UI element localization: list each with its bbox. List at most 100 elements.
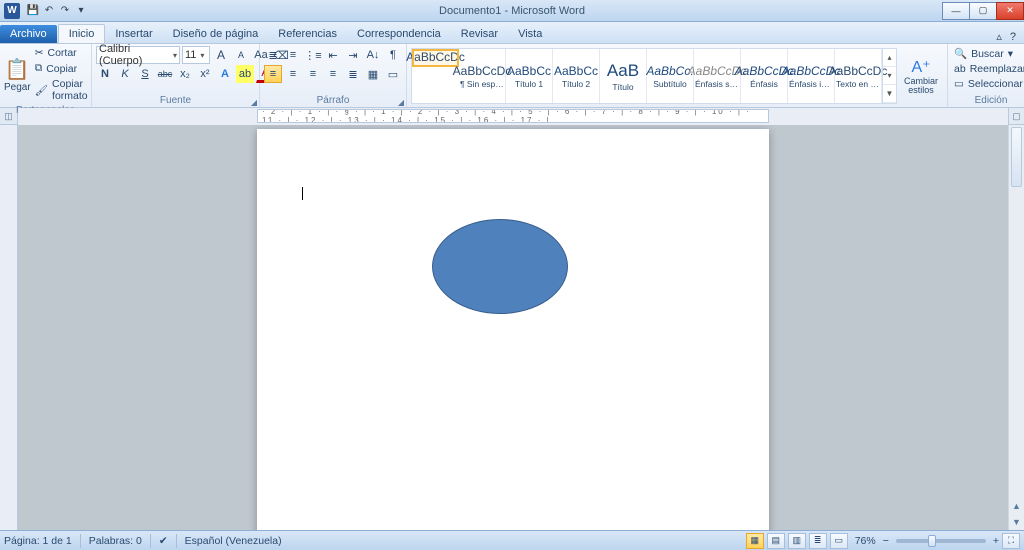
zoom-fit-button[interactable]: ⛶ xyxy=(1002,533,1020,549)
superscript-button[interactable]: x² xyxy=(196,65,214,83)
font-launcher-icon[interactable]: ◢ xyxy=(251,98,257,107)
style-t-tulo-2[interactable]: AaBbCcTítulo 2 xyxy=(553,49,600,103)
page-status[interactable]: Página: 1 de 1 xyxy=(4,535,72,547)
paste-button[interactable]: 📋 Pegar xyxy=(4,49,31,101)
scrollbar-thumb[interactable] xyxy=(1011,127,1022,187)
bold-button[interactable]: N xyxy=(96,65,114,83)
format-painter-button[interactable]: 🖌Copiar formato xyxy=(33,77,90,103)
bullets-button[interactable]: ≣ xyxy=(264,46,282,64)
paste-label: Pegar xyxy=(4,82,31,93)
fullscreen-reading-view-button[interactable]: ▤ xyxy=(767,533,785,549)
find-button[interactable]: 🔍Buscar ▾ xyxy=(952,46,1015,61)
minimize-ribbon-icon[interactable]: ▵ xyxy=(996,30,1002,43)
paragraph-launcher-icon[interactable]: ◢ xyxy=(398,98,404,107)
change-styles-label: Cambiar estilos xyxy=(899,77,943,95)
increase-indent-button[interactable]: ⇥ xyxy=(344,46,362,64)
vertical-scrollbar[interactable]: ▲ ▼ xyxy=(1008,125,1024,530)
copy-button[interactable]: ⧉Copiar xyxy=(33,61,90,76)
subscript-button[interactable]: x₂ xyxy=(176,65,194,83)
tab-referencias[interactable]: Referencias xyxy=(268,25,347,43)
help-icon[interactable]: ? xyxy=(1010,31,1016,43)
workspace: ▲ ▼ xyxy=(0,125,1024,530)
zoom-out-button[interactable]: − xyxy=(883,535,889,547)
ruler-toggle-icon[interactable]: ▢ xyxy=(1008,108,1024,125)
title-bar: W 💾 ↶ ↷ ▾ Documento1 - Microsoft Word — … xyxy=(0,0,1024,22)
justify-button[interactable]: ≡ xyxy=(324,65,342,83)
zoom-in-button[interactable]: + xyxy=(993,535,999,547)
tab-inicio[interactable]: Inicio xyxy=(58,24,106,43)
shading-button[interactable]: ▦ xyxy=(364,65,382,83)
style--sin-espa-[interactable]: AaBbCcDc¶ Sin espa... xyxy=(459,49,506,103)
zoom-level[interactable]: 76% xyxy=(855,535,876,547)
undo-icon[interactable]: ↶ xyxy=(42,4,56,18)
cut-button[interactable]: ✂Cortar xyxy=(33,46,90,60)
style-texto-en-n-[interactable]: AaBbCcDcTexto en n... xyxy=(835,49,882,103)
tab-revisar[interactable]: Revisar xyxy=(451,25,508,43)
strike-button[interactable]: abc xyxy=(156,65,174,83)
numbering-button[interactable]: ≡ xyxy=(284,46,302,64)
font-size-select[interactable]: 11▾ xyxy=(182,46,210,64)
zoom-thumb[interactable] xyxy=(928,535,936,547)
oval-shape[interactable] xyxy=(432,219,568,314)
proofing-icon[interactable]: ✔ xyxy=(159,535,168,547)
group-editing: 🔍Buscar ▾ abReemplazar ▭Seleccionar ▾ Ed… xyxy=(948,44,1024,107)
word-count[interactable]: Palabras: 0 xyxy=(89,535,142,547)
paragraph-label: Párrafo◢ xyxy=(260,95,406,107)
language-status[interactable]: Español (Venezuela) xyxy=(185,535,282,547)
decrease-indent-button[interactable]: ⇤ xyxy=(324,46,342,64)
save-icon[interactable]: 💾 xyxy=(26,4,40,18)
minimize-button[interactable]: — xyxy=(942,2,970,20)
print-layout-view-button[interactable]: ▦ xyxy=(746,533,764,549)
font-family-select[interactable]: Calibri (Cuerpo)▾ xyxy=(96,46,180,64)
grow-font-button[interactable]: A xyxy=(212,46,230,64)
document-title: Documento1 - Microsoft Word xyxy=(439,5,585,17)
qat-more-icon[interactable]: ▾ xyxy=(74,4,88,18)
status-bar: Página: 1 de 1 Palabras: 0 ✔ Español (Ve… xyxy=(0,530,1024,550)
close-button[interactable]: ✕ xyxy=(996,2,1024,20)
outline-view-button[interactable]: ≣ xyxy=(809,533,827,549)
align-center-button[interactable]: ≡ xyxy=(284,65,302,83)
group-styles: AaBbCcDc¶ NormalAaBbCcDc¶ Sin espa...AaB… xyxy=(407,44,948,107)
prev-page-icon[interactable]: ▲ xyxy=(1009,498,1024,514)
ribbon-help: ▵ ? xyxy=(988,30,1024,43)
underline-button[interactable]: S xyxy=(136,65,154,83)
redo-icon[interactable]: ↷ xyxy=(58,4,72,18)
tab-correspondencia[interactable]: Correspondencia xyxy=(347,25,451,43)
multilevel-button[interactable]: ⋮≡ xyxy=(304,46,322,64)
horizontal-ruler[interactable]: · 2 · | · 1 · | · § · | · 1 · | · 2 · | … xyxy=(18,108,1008,125)
page[interactable] xyxy=(257,129,769,530)
show-marks-button[interactable]: ¶ xyxy=(384,46,402,64)
style-t-tulo[interactable]: AaBTítulo xyxy=(600,49,647,103)
styles-more-button[interactable]: ▴▾▼ xyxy=(882,49,896,103)
web-layout-view-button[interactable]: ▥ xyxy=(788,533,806,549)
align-right-button[interactable]: ≡ xyxy=(304,65,322,83)
align-left-button[interactable]: ≡ xyxy=(264,65,282,83)
shrink-font-button[interactable]: A xyxy=(232,46,250,64)
font-label: Fuente◢ xyxy=(92,95,259,107)
maximize-button[interactable]: ▢ xyxy=(969,2,997,20)
styles-gallery[interactable]: AaBbCcDc¶ NormalAaBbCcDc¶ Sin espa...AaB… xyxy=(411,48,897,104)
change-styles-icon: A⁺ xyxy=(911,57,930,77)
borders-button[interactable]: ▭ xyxy=(384,65,402,83)
tab-file[interactable]: Archivo xyxy=(0,25,57,43)
tab-vista[interactable]: Vista xyxy=(508,25,552,43)
tab-diseno[interactable]: Diseño de página xyxy=(163,25,269,43)
draft-view-button[interactable]: ▭ xyxy=(830,533,848,549)
vertical-ruler[interactable] xyxy=(0,125,18,530)
select-button[interactable]: ▭Seleccionar ▾ xyxy=(952,77,1024,91)
replace-button[interactable]: abReemplazar xyxy=(952,62,1024,76)
brush-icon: 🖌 xyxy=(35,84,48,97)
document-area[interactable] xyxy=(18,125,1008,530)
copy-icon: ⧉ xyxy=(35,62,43,75)
highlight-button[interactable]: ab xyxy=(236,65,254,83)
change-styles-button[interactable]: A⁺ Cambiar estilos xyxy=(899,50,943,102)
clipboard-icon: 📋 xyxy=(5,57,30,82)
style-t-tulo-1[interactable]: AaBbCcTítulo 1 xyxy=(506,49,553,103)
zoom-slider[interactable] xyxy=(896,539,986,543)
sort-button[interactable]: A↓ xyxy=(364,46,382,64)
italic-button[interactable]: K xyxy=(116,65,134,83)
line-spacing-button[interactable]: ≣ xyxy=(344,65,362,83)
text-effects-button[interactable]: A xyxy=(216,65,234,83)
next-page-icon[interactable]: ▼ xyxy=(1009,514,1024,530)
tab-insertar[interactable]: Insertar xyxy=(105,25,162,43)
